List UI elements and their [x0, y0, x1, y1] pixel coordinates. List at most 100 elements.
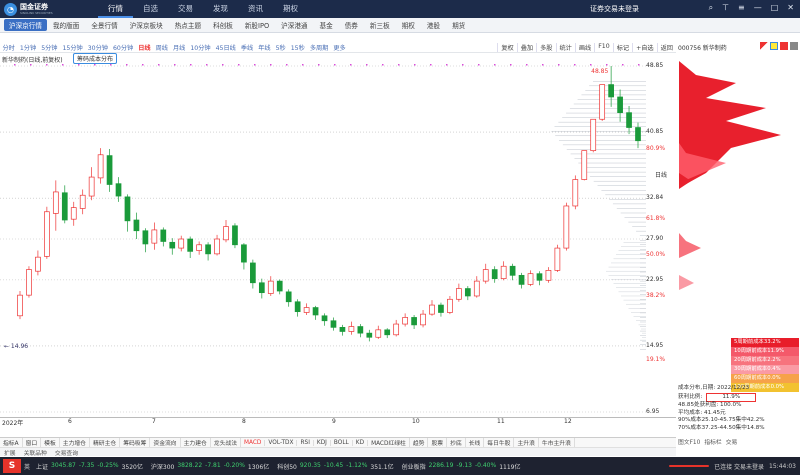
menu-item-4[interactable]: 资讯	[238, 0, 273, 18]
indicator-tab[interactable]: 抄底	[447, 438, 466, 447]
toolbar-right-3[interactable]: 统计	[555, 42, 575, 52]
period-12[interactable]: 年线	[256, 43, 273, 52]
subnav-item-0[interactable]: 沪深京行情	[4, 19, 47, 31]
index-quote[interactable]: 创业板指 2286.19 -9.13 -0.40% 1119亿	[402, 462, 521, 471]
candle-body	[626, 112, 632, 128]
indicator-tab[interactable]: 筹码吸筹	[120, 438, 151, 447]
period-9[interactable]: 10分钟	[188, 43, 213, 52]
indicator-tab[interactable]: 精研主仓	[90, 438, 121, 447]
indicator2-tab[interactable]: 交易查询	[51, 448, 82, 457]
period-11[interactable]: 季线	[238, 43, 255, 52]
cost-red-icon[interactable]	[780, 42, 788, 50]
candle-body	[35, 256, 41, 272]
subnav-item-12[interactable]: 港股	[421, 20, 446, 30]
period-2[interactable]: 5分钟	[39, 43, 60, 52]
indicator-tab[interactable]: MACD	[241, 439, 266, 446]
indicator-tab[interactable]: MACD红绿柱	[368, 438, 410, 447]
menu-item-5[interactable]: 期权	[273, 0, 308, 18]
menu-item-2[interactable]: 交易	[168, 0, 203, 18]
indicator-tab[interactable]: 窗口	[23, 438, 42, 447]
subnav-item-11[interactable]: 期权	[396, 20, 421, 30]
toolbar-right-4[interactable]: 画线	[574, 42, 594, 52]
indicator-tab[interactable]: 指标A	[0, 438, 23, 447]
period-6[interactable]: 日线	[136, 43, 153, 52]
period-10[interactable]: 45日线	[213, 43, 238, 52]
brand-mark-icon: ◔	[4, 3, 17, 16]
subnav-item-9[interactable]: 债券	[339, 20, 364, 30]
indicator-tab[interactable]: 龙头战法	[211, 438, 241, 447]
subnav-item-3[interactable]: 沪深京板块	[124, 20, 169, 30]
cost-toggle-icon[interactable]	[770, 42, 778, 50]
indicator-tab[interactable]: 股票	[428, 438, 448, 447]
right-tab[interactable]: 图文F10	[678, 437, 700, 446]
indicator2-tab[interactable]: 扩展	[0, 448, 20, 457]
news-ticker[interactable]	[669, 465, 710, 467]
maximize-icon[interactable]: □	[771, 3, 779, 13]
indicator-tab[interactable]: VOL-TDX	[265, 439, 298, 446]
period-5[interactable]: 60分钟	[111, 43, 136, 52]
subnav-item-1[interactable]: 我的版面	[47, 20, 85, 30]
chip-distribution-button[interactable]: 筹码成本分布	[73, 53, 118, 64]
toolbar-right-6[interactable]: 标记	[612, 42, 632, 52]
indicator-tab[interactable]: 主力增仓	[60, 438, 90, 447]
period-1[interactable]: 1分钟	[17, 43, 38, 52]
period-16[interactable]: 更多	[331, 43, 348, 52]
toolbar-right-7[interactable]: +自选	[632, 42, 657, 52]
subnav-item-6[interactable]: 新股IPO	[239, 20, 275, 30]
indicator-tab[interactable]: KDJ	[314, 439, 331, 446]
indicator-tab[interactable]: RSI	[297, 439, 314, 446]
kline-chart[interactable]: 48.85 ← 14.96 日线	[0, 64, 676, 416]
subnav-item-10[interactable]: 新三板	[364, 20, 396, 30]
period-15[interactable]: 多周期	[307, 43, 331, 52]
subnav-item-2[interactable]: 全景行情	[85, 20, 123, 30]
search-icon[interactable]: ⌕	[709, 3, 713, 13]
toolbar-right-1[interactable]: 叠加	[516, 42, 536, 52]
app-logo-icon: S	[3, 459, 21, 473]
period-7[interactable]: 周线	[153, 43, 170, 52]
index-quote[interactable]: 沪深300 3828.22 -7.81 -0.20% 1306亿	[151, 462, 269, 471]
indicator2-tab[interactable]: 关联品种	[20, 448, 51, 457]
index-quote[interactable]: 科创50 920.35 -10.45 -1.12% 351.1亿	[277, 462, 393, 471]
subnav-item-13[interactable]: 期货	[446, 20, 471, 30]
period-14[interactable]: 15秒	[288, 43, 307, 52]
indicator-tab[interactable]: 主力建仓	[181, 438, 211, 447]
x-label: 2022年	[2, 420, 24, 427]
close-icon[interactable]: ✕	[787, 3, 794, 13]
subnav-item-7[interactable]: 沪深港通	[275, 20, 313, 30]
subnav-item-8[interactable]: 基金	[314, 20, 339, 30]
right-tab[interactable]: 指标栏	[704, 437, 721, 446]
indicator-tab[interactable]: 主升浪	[514, 438, 539, 447]
indicator-tab[interactable]: 每日牛股	[484, 438, 515, 447]
subnav-item-5[interactable]: 科创板	[207, 20, 239, 30]
toolbar-right-5[interactable]: F10	[594, 42, 612, 52]
period-0[interactable]: 分时	[0, 43, 17, 52]
indicator-tab[interactable]: 模板	[41, 438, 60, 447]
settings-icon[interactable]	[790, 42, 798, 50]
menu-item-0[interactable]: 行情	[98, 0, 133, 18]
toolbar-right-0[interactable]: 复权	[497, 42, 516, 52]
indicator-tab[interactable]: BOLL	[331, 439, 353, 446]
menu-item-1[interactable]: 自选	[133, 0, 168, 18]
toolbar-right-8[interactable]: 返回	[656, 42, 676, 52]
index-quote[interactable]: 上证 3045.87 -7.35 -0.25% 3520亿	[36, 462, 143, 471]
input-method[interactable]: 英	[24, 462, 30, 471]
indicator-tab[interactable]: 牛市主升浪	[539, 438, 575, 447]
toolbar-right-2[interactable]: 多股	[536, 42, 555, 52]
minimize-icon[interactable]: —	[754, 3, 762, 13]
period-13[interactable]: 5秒	[273, 43, 288, 52]
subnav-item-4[interactable]: 热点主题	[169, 20, 207, 30]
shirt-icon[interactable]: ⊤	[722, 3, 729, 13]
right-tab[interactable]: 交易	[726, 437, 738, 446]
period-8[interactable]: 月线	[171, 43, 188, 52]
clock: 15:44:03	[769, 462, 796, 470]
login-status[interactable]: 证券交易未登录	[590, 4, 639, 14]
menu-item-3[interactable]: 发现	[203, 0, 238, 18]
indicator-tab[interactable]: 长线	[466, 438, 485, 447]
period-3[interactable]: 15分钟	[60, 43, 85, 52]
indicator-tab[interactable]: 趋势	[410, 438, 429, 447]
menu-icon[interactable]: ≡	[738, 3, 745, 13]
indicator-tab[interactable]: KD	[353, 439, 369, 446]
period-4[interactable]: 30分钟	[85, 43, 110, 52]
indicator-tab[interactable]: 资金流向	[150, 438, 181, 447]
flag-icon[interactable]	[760, 42, 768, 50]
